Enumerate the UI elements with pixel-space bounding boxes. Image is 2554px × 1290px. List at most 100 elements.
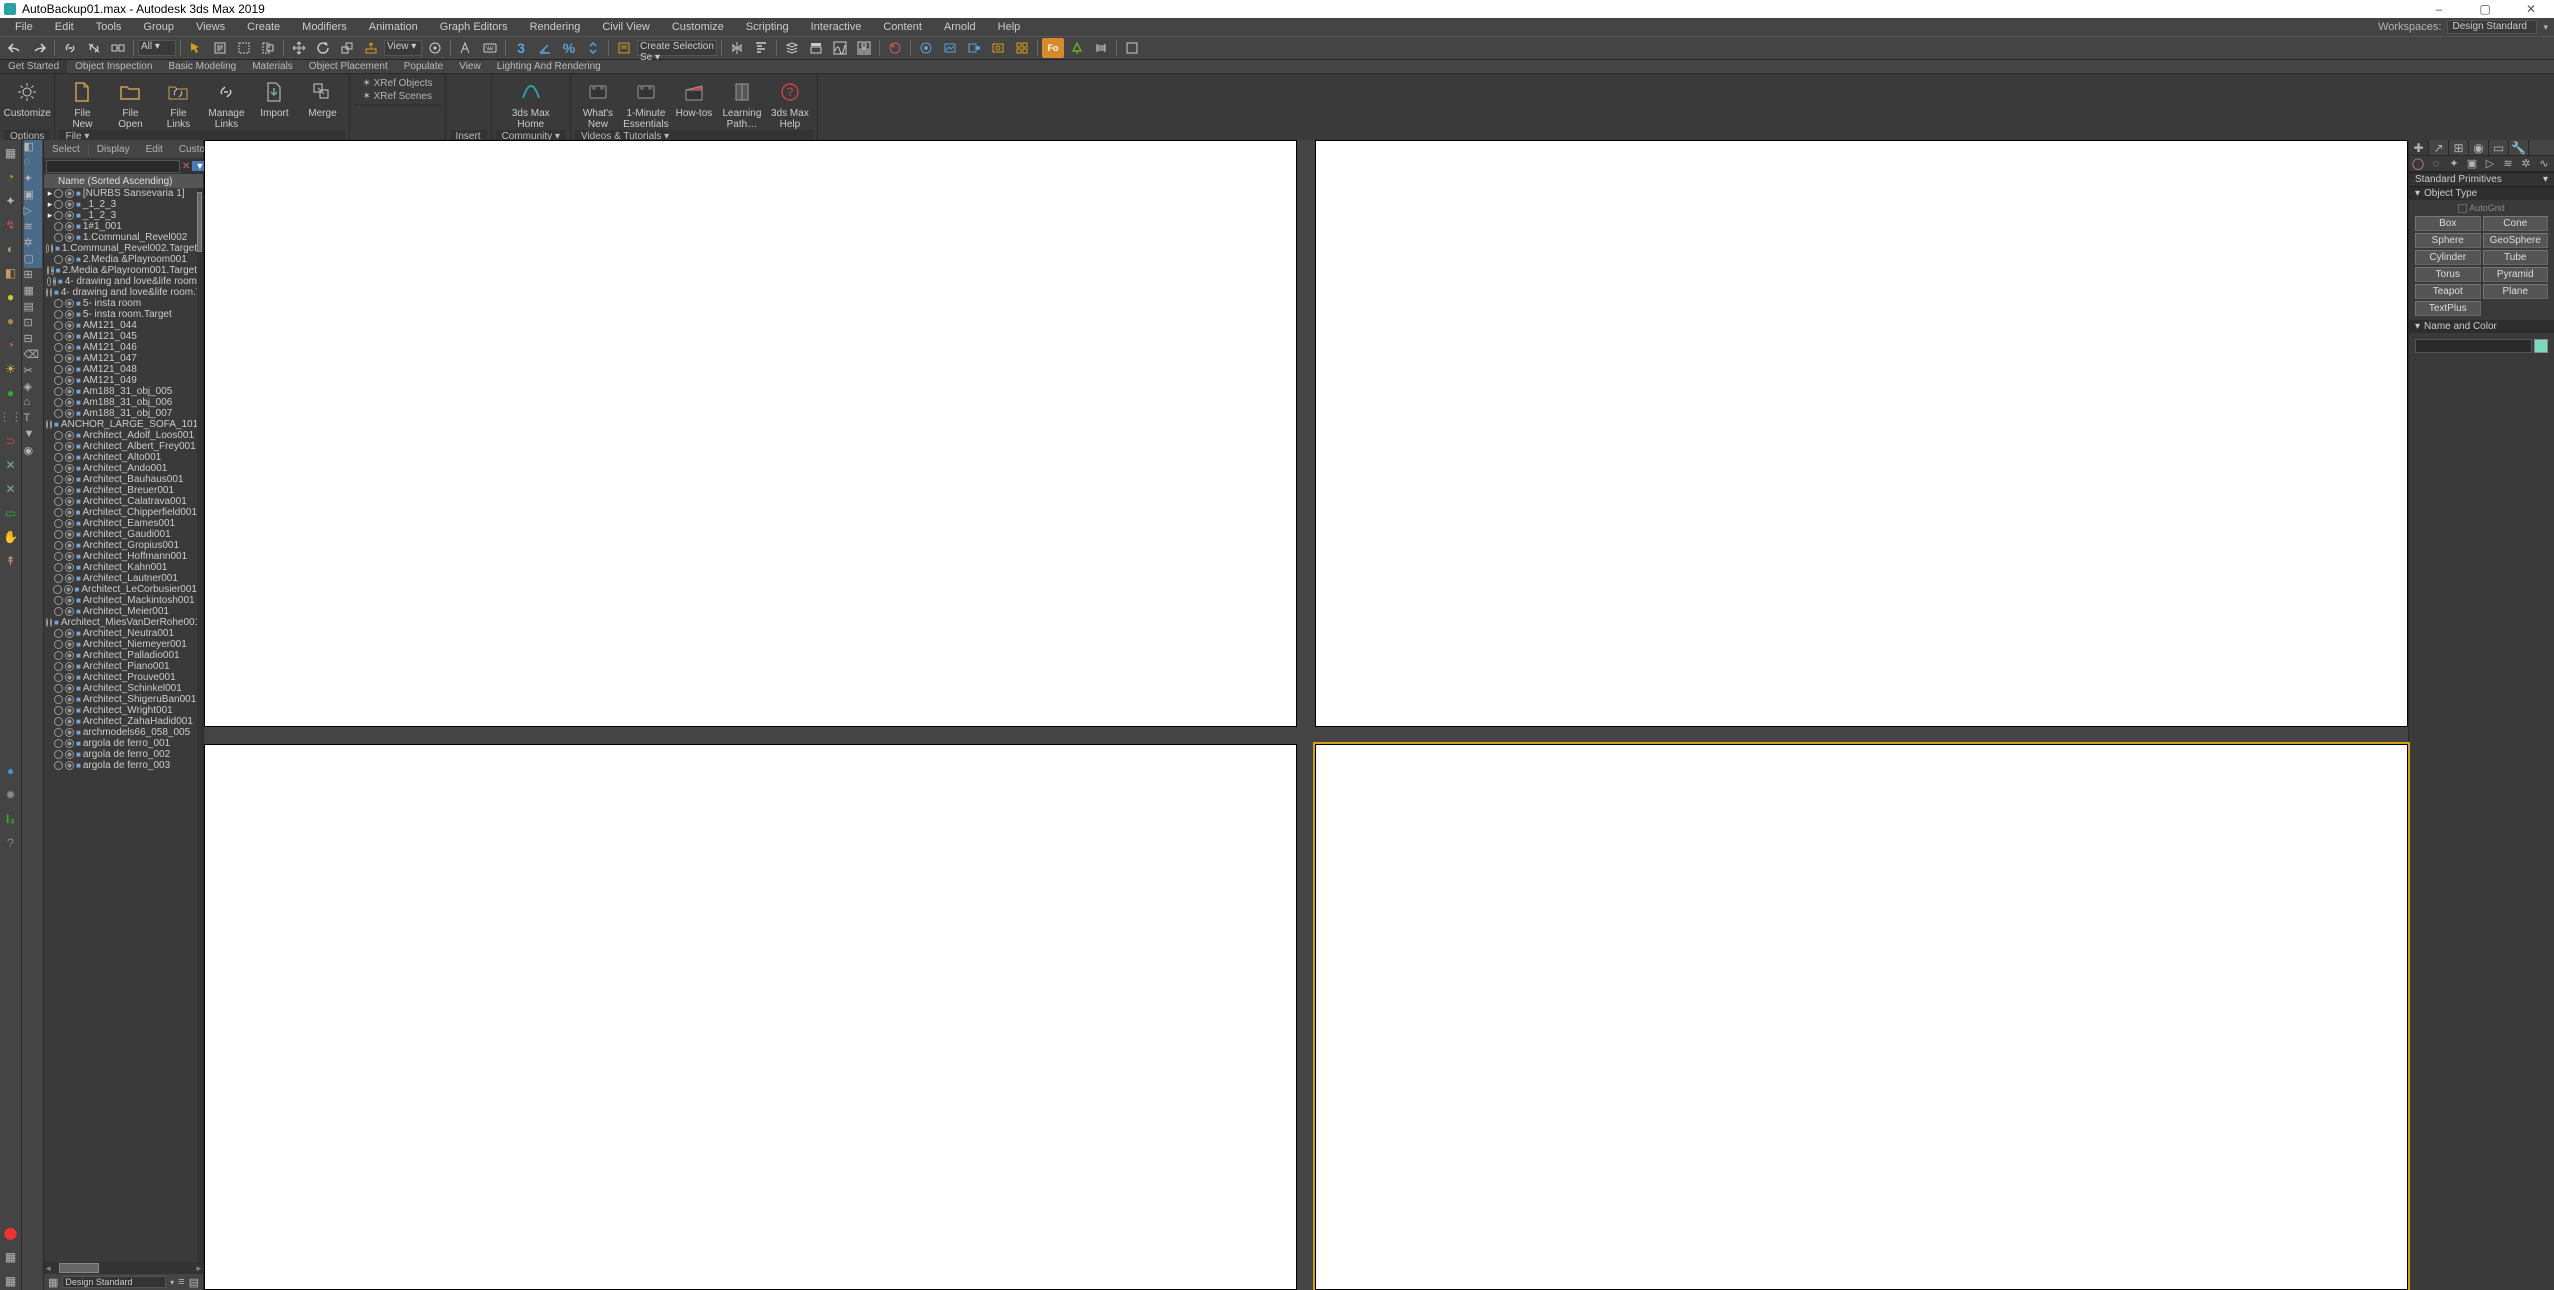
rendered-frame-button[interactable] [939, 38, 961, 58]
object-color-swatch[interactable] [2534, 339, 2548, 353]
scene-row[interactable]: ■Architect_Calatrava001 [44, 496, 197, 507]
visibility-icon[interactable] [54, 387, 63, 396]
filter-type-icon-12[interactable]: ⊟ [24, 332, 42, 348]
visibility-icon[interactable] [54, 321, 63, 330]
vray-toolbar-button[interactable] [1121, 38, 1143, 58]
menu-file[interactable]: File [6, 20, 42, 34]
visibility-icon[interactable] [54, 486, 63, 495]
visibility-icon[interactable] [54, 233, 63, 242]
plane-icon[interactable]: ▭ [2, 504, 20, 522]
percent-snap-button[interactable]: % [558, 38, 580, 58]
freeze-icon[interactable] [65, 475, 74, 484]
scene-row[interactable]: ■Am188_31_obj_005 [44, 386, 197, 397]
unlink-button[interactable] [83, 38, 105, 58]
freeze-icon[interactable] [65, 332, 74, 341]
freeze-icon[interactable] [51, 266, 54, 275]
freeze-icon[interactable] [65, 497, 74, 506]
scene-row[interactable]: ■1#1_001 [44, 221, 197, 232]
visibility-icon[interactable] [54, 189, 63, 198]
scene-row[interactable]: ■Architect_LeCorbusier001 [44, 584, 197, 595]
freeze-icon[interactable] [65, 530, 74, 539]
freeze-icon[interactable] [65, 662, 74, 671]
freeze-icon[interactable] [65, 299, 74, 308]
visibility-icon[interactable] [54, 332, 63, 341]
visibility-icon[interactable] [54, 222, 63, 231]
freeze-icon[interactable] [65, 563, 74, 572]
virus-icon[interactable]: ✹ [2, 786, 20, 804]
systems-subtab[interactable]: ✲ [2517, 156, 2535, 171]
primitive-cone-button[interactable]: Cone [2483, 216, 2549, 231]
visibility-icon[interactable] [54, 398, 63, 407]
freeze-icon[interactable] [65, 651, 74, 660]
scene-row[interactable]: ■Architect_Prouve001 [44, 672, 197, 683]
visibility-icon[interactable] [54, 299, 63, 308]
record-icon[interactable]: ⬤ [2, 1224, 20, 1242]
teapot-icon[interactable]: ◔ [2, 336, 20, 354]
freeze-icon[interactable] [65, 398, 74, 407]
ribbon-btn-file[interactable]: FileLinks [155, 78, 201, 130]
footer-grid-icon[interactable]: ▤ [189, 1276, 199, 1289]
freeze-icon[interactable] [65, 706, 74, 715]
scene-tab-edit[interactable]: Edit [138, 143, 171, 156]
cube-icon[interactable]: ◧ [2, 264, 20, 282]
ribbon-btn-merge[interactable]: Merge [299, 78, 345, 119]
filter-type-icon-11[interactable]: ⊡ [24, 316, 42, 332]
visibility-icon[interactable] [54, 651, 63, 660]
scene-row[interactable]: ■5- insta room [44, 298, 197, 309]
render-production-button[interactable] [963, 38, 985, 58]
scene-row[interactable]: ■Architect_Mackintosh001 [44, 595, 197, 606]
select-object-button[interactable] [185, 38, 207, 58]
viewport-top-left[interactable] [204, 140, 1297, 727]
filter-type-icon-18[interactable]: ▼ [24, 428, 42, 444]
visibility-icon[interactable] [46, 420, 48, 429]
viewport-bottom-left[interactable] [204, 744, 1297, 1290]
scene-row[interactable]: ■AM121_049 [44, 375, 197, 386]
menu-group[interactable]: Group [134, 20, 183, 34]
curve-editor-button[interactable] [829, 38, 851, 58]
named-selection-combo[interactable]: Create Selection Se ▾ [637, 40, 717, 56]
link-button[interactable] [59, 38, 81, 58]
workspace-combo[interactable]: Design Standard [2447, 20, 2537, 34]
layer-explorer-button[interactable] [781, 38, 803, 58]
scene-row[interactable]: ■Architect_Neutra001 [44, 628, 197, 639]
footer-dropdown-icon[interactable]: ▾ [170, 1278, 174, 1287]
visibility-icon[interactable] [54, 255, 63, 264]
filter-type-icon-16[interactable]: ⌂ [24, 396, 42, 412]
freeze-icon[interactable] [65, 596, 74, 605]
display-tab[interactable]: ▭ [2489, 140, 2509, 155]
scene-filter-input[interactable] [46, 160, 180, 173]
visibility-icon[interactable] [54, 640, 63, 649]
forest-tree-icon[interactable] [1066, 38, 1088, 58]
scene-row[interactable]: ■Architect_Gropius001 [44, 540, 197, 551]
magnet-icon[interactable]: ⊃ [2, 432, 20, 450]
scene-row[interactable]: ■Architect_Chipperfield001 [44, 507, 197, 518]
ribbon-btn-3ds-max[interactable]: ?3ds MaxHelp [767, 78, 813, 130]
sphere-brown-icon[interactable]: ● [2, 312, 20, 330]
fx-subtab[interactable]: ∿ [2535, 156, 2553, 171]
filter-type-icon-14[interactable]: ✂ [24, 364, 42, 380]
scene-row[interactable]: ■Architect_Piano001 [44, 661, 197, 672]
scene-row[interactable]: ■Architect_Kahn001 [44, 562, 197, 573]
expand-icon[interactable]: ▸ [46, 188, 54, 199]
snap-grid-icon[interactable]: ⋮⋮ [2, 408, 20, 426]
filter-type-icon-10[interactable]: ▤ [24, 300, 42, 316]
visibility-icon[interactable] [54, 343, 63, 352]
scene-row[interactable]: ■5- insta room.Target [44, 309, 197, 320]
pivot-center-button[interactable] [424, 38, 446, 58]
freeze-icon[interactable] [65, 200, 74, 209]
ribbon-btn-file[interactable]: FileOpen [107, 78, 153, 130]
ribbon-btn-what-s[interactable]: What'sNew [575, 78, 621, 130]
freeze-icon[interactable] [65, 189, 74, 198]
filter-type-icon-4[interactable]: ▷ [24, 204, 42, 220]
scene-row[interactable]: ■AM121_045 [44, 331, 197, 342]
align-button[interactable] [750, 38, 772, 58]
help-icon[interactable]: ? [2, 834, 20, 852]
ribbon-btn-file[interactable]: FileNew [59, 78, 105, 130]
ribbon-btn-1-minute[interactable]: 1-MinuteEssentials [623, 78, 669, 130]
mirror-button[interactable] [726, 38, 748, 58]
visibility-icon[interactable] [54, 310, 63, 319]
select-by-name-button[interactable] [209, 38, 231, 58]
forest-pack-button[interactable]: Fo [1042, 38, 1064, 58]
scene-row[interactable]: ■Am188_31_obj_007 [44, 408, 197, 419]
ribbon-btn-3ds-max[interactable]: 3ds MaxHome [508, 78, 554, 130]
